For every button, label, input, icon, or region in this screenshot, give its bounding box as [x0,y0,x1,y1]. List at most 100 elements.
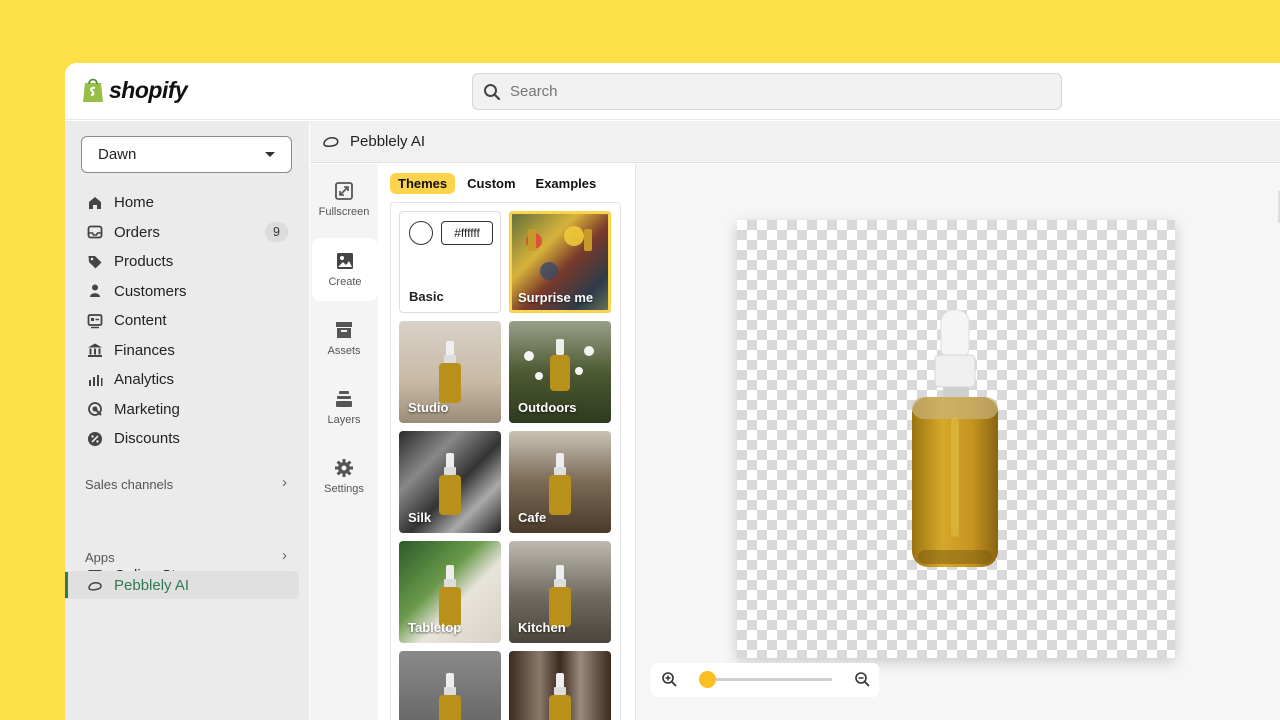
fullscreen-icon [335,182,353,200]
shopify-logo[interactable]: shopify [81,76,188,104]
theme-label: Kitchen [518,620,566,635]
tag-icon [86,253,104,271]
brand-name: shopify [109,76,188,103]
sidebar-item-orders[interactable]: Orders 9 [65,218,309,248]
sidebar-item-products[interactable]: Products [65,247,309,277]
zoom-slider-thumb[interactable] [699,671,716,688]
sales-channels-chevron-icon[interactable]: › [282,474,287,491]
theme-panel: Themes Custom Examples #ffffff Basic Sur… [378,164,634,720]
pebble-icon [323,136,339,147]
zoom-out-icon[interactable] [854,671,871,688]
tool-label: Layers [327,414,361,426]
sidebar-item-label: Orders [114,223,160,241]
sidebar-item-analytics[interactable]: Analytics [65,365,309,395]
theme-label: Surprise me [518,290,594,305]
tool-layers[interactable]: Layers [310,376,378,439]
sidebar-item-discounts[interactable]: Discounts [65,424,309,454]
theme-grid: #ffffff Basic Surprise me Studio Outdoor… [390,202,621,720]
app-title: Pebblely AI [350,133,426,150]
sidebar-item-label: Discounts [114,430,180,448]
tab-themes[interactable]: Themes [390,173,456,194]
theme-label: Cafe [518,510,547,525]
person-icon [86,282,104,300]
apps-heading: Apps [85,550,115,565]
tool-settings[interactable]: Settings [310,445,378,508]
hex-color-input[interactable]: #ffffff [441,221,493,245]
tool-fullscreen[interactable]: Fullscreen [310,168,378,231]
bottle-thumbnail [549,673,571,720]
pebble-icon [86,577,104,595]
theme-card-surprise-me[interactable]: Surprise me [509,211,611,313]
sidebar-item-label: Content [114,312,167,330]
theme-card-studio[interactable]: Studio [399,321,501,423]
theme-card-basic[interactable]: #ffffff Basic [399,211,501,313]
tab-custom[interactable]: Custom [459,173,523,194]
discount-icon [86,430,104,448]
theme-card-outdoors[interactable]: Outdoors [509,321,611,423]
sidebar-item-label: Marketing [114,400,180,418]
store-selector-value: Dawn [98,146,137,163]
sidebar-item-label: Customers [114,282,187,300]
tool-label: Fullscreen [318,206,370,218]
sidebar-item-marketing[interactable]: Marketing [65,395,309,425]
sidebar-item-finances[interactable]: Finances [65,336,309,366]
zoom-control [651,663,879,697]
sidebar-item-label: Pebblely AI [114,577,190,595]
sidebar-item-customers[interactable]: Customers [65,277,309,307]
theme-card-stone[interactable] [399,651,501,720]
theme-card-tabletop[interactable]: Tabletop [399,541,501,643]
sidebar-item-label: Finances [114,341,175,359]
content-icon [86,312,104,330]
theme-card-silk[interactable]: Silk [399,431,501,533]
search-icon [484,83,501,100]
color-swatch[interactable] [409,221,433,245]
theme-card-kitchen[interactable]: Kitchen [509,541,611,643]
theme-label: Outdoors [518,400,577,415]
app-window: shopify Dawn Home Orders 9 [65,63,1280,720]
theme-label: Studio [408,400,449,415]
sidebar-item-label: Analytics [114,371,175,389]
search-bar[interactable] [472,73,1062,110]
main-nav: Home Orders 9 Products Customers Content [65,188,309,454]
bottle-thumbnail [549,565,571,627]
sidebar-item-home[interactable]: Home [65,188,309,218]
caret-down-icon [265,152,275,157]
canvas-area [635,164,1280,720]
bottle-thumbnail [439,453,461,515]
product-bottle-image[interactable] [906,305,1006,575]
theme-tabs: Themes Custom Examples [390,173,604,194]
tool-label: Create [328,276,362,288]
bottle-thumbnail [439,565,461,627]
app-header: Pebblely AI [310,121,1280,163]
sidebar-item-content[interactable]: Content [65,306,309,336]
image-icon [337,253,353,269]
tool-assets[interactable]: Assets [310,307,378,370]
top-bar: shopify [65,63,1280,120]
archive-icon [336,322,352,338]
theme-card-forest[interactable] [509,651,611,720]
sales-channels-heading: Sales channels [85,477,174,492]
apps-chevron-icon[interactable]: › [282,547,287,564]
tool-label: Assets [327,345,361,357]
theme-card-cafe[interactable]: Cafe [509,431,611,533]
tool-rail: Fullscreen Create Assets Layers Settings [310,164,378,720]
zoom-in-icon[interactable] [661,671,678,688]
gear-icon [335,459,353,477]
sidebar-item-label: Products [114,253,174,271]
home-icon [86,194,104,212]
bar-chart-icon [86,371,104,389]
tab-examples[interactable]: Examples [528,173,605,194]
sidebar-item-label: Home [114,194,155,212]
product-canvas[interactable] [737,220,1175,658]
orders-count-badge: 9 [265,221,288,242]
inbox-icon [86,223,104,241]
zoom-slider-track[interactable] [707,678,832,681]
bottle-thumbnail [439,673,461,720]
search-input[interactable] [510,83,1010,100]
store-selector[interactable]: Dawn [81,136,292,173]
tool-label: Settings [324,483,364,495]
tool-create[interactable]: Create [312,238,378,301]
layers-icon [336,391,352,407]
theme-label: Basic [409,289,444,304]
sidebar-item-pebblely-ai[interactable]: Pebblely AI [65,571,299,601]
